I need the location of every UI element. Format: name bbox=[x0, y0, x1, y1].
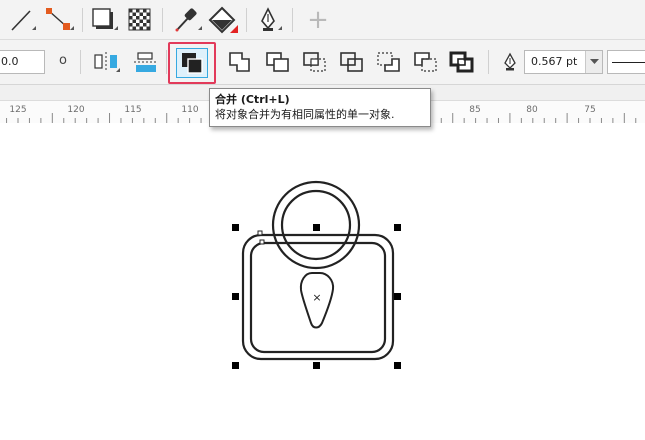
trim-icon bbox=[266, 52, 289, 72]
separator bbox=[166, 50, 167, 74]
separator bbox=[488, 50, 489, 74]
position-field[interactable]: 0.0 bbox=[0, 50, 45, 74]
ruler-label: 80 bbox=[526, 105, 538, 115]
tooltip: 合并 (Ctrl+L) 将对象合并为有相同属性的单一对象. bbox=[209, 88, 431, 127]
paint-bucket-icon bbox=[208, 6, 238, 34]
outline-width-value: 0.567 pt bbox=[531, 55, 578, 68]
simplify-button[interactable] bbox=[336, 48, 368, 76]
separator bbox=[80, 50, 81, 74]
drop-shadow-icon bbox=[92, 8, 118, 30]
back-minus-front-button[interactable] bbox=[410, 48, 442, 76]
line-style-select[interactable] bbox=[607, 50, 645, 74]
align-button[interactable] bbox=[130, 48, 162, 76]
boundary-button[interactable] bbox=[446, 48, 478, 76]
pen-tool-button[interactable] bbox=[254, 6, 282, 34]
line-icon bbox=[11, 10, 36, 31]
add-tool-button[interactable]: + bbox=[304, 5, 332, 35]
checkerboard-icon bbox=[128, 8, 151, 31]
drop-shadow-tool-button[interactable] bbox=[90, 6, 118, 34]
weld-icon bbox=[229, 52, 250, 72]
tooltip-title: 合并 (Ctrl+L) bbox=[215, 93, 290, 106]
outline-pen-icon bbox=[504, 52, 516, 71]
ruler-label: 125 bbox=[9, 105, 27, 115]
front-minus-back-icon bbox=[377, 52, 400, 72]
tooltip-description: 将对象合并为有相同属性的单一对象. bbox=[215, 108, 395, 121]
separator bbox=[82, 8, 83, 32]
separator bbox=[292, 8, 293, 32]
trim-button[interactable] bbox=[262, 48, 294, 76]
ruler-label: 110 bbox=[181, 105, 199, 115]
ruler-label: 115 bbox=[124, 105, 142, 115]
toolbox-top: + bbox=[0, 0, 645, 40]
pen-nib-icon bbox=[261, 7, 282, 31]
separator bbox=[246, 8, 247, 32]
align-icon bbox=[134, 52, 156, 72]
ruler-label: 75 bbox=[584, 105, 596, 115]
simplify-icon bbox=[340, 52, 363, 72]
weld-button[interactable] bbox=[224, 48, 256, 76]
node-line-icon bbox=[46, 8, 74, 30]
separator bbox=[162, 8, 163, 32]
line-style-preview bbox=[612, 62, 645, 63]
boundary-icon bbox=[449, 51, 474, 73]
node-tool-button[interactable] bbox=[44, 6, 74, 34]
line-tool-button[interactable] bbox=[8, 6, 36, 34]
node-marker[interactable] bbox=[259, 239, 265, 245]
mirror-icon bbox=[94, 52, 120, 72]
back-minus-front-icon bbox=[414, 52, 437, 72]
intersect-icon bbox=[303, 52, 326, 72]
eyedropper-icon bbox=[175, 8, 202, 32]
ruler-label: 85 bbox=[469, 105, 481, 115]
drawing-canvas[interactable]: × bbox=[0, 123, 645, 440]
transparency-tool-button[interactable] bbox=[126, 6, 154, 34]
dropdown-arrow-button[interactable] bbox=[585, 51, 602, 73]
combine-button[interactable] bbox=[168, 42, 216, 84]
outline-width-select[interactable]: 0.567 pt bbox=[524, 50, 603, 74]
intersect-button[interactable] bbox=[299, 48, 331, 76]
center-mark[interactable]: × bbox=[312, 291, 321, 304]
plus-icon: + bbox=[307, 5, 329, 35]
front-minus-back-button[interactable] bbox=[373, 48, 405, 76]
eyedropper-tool-button[interactable] bbox=[172, 6, 202, 34]
combine-icon bbox=[182, 53, 203, 74]
mirror-button[interactable] bbox=[90, 48, 122, 76]
fill-tool-button[interactable] bbox=[208, 6, 240, 34]
outline-pen-button[interactable] bbox=[500, 50, 520, 74]
chevron-down-icon bbox=[589, 59, 599, 64]
circle-option-label: o bbox=[59, 52, 67, 68]
lock-drawing[interactable]: × bbox=[0, 123, 645, 440]
ruler-label: 120 bbox=[67, 105, 85, 115]
node-marker[interactable] bbox=[257, 230, 263, 236]
combine-button-face bbox=[176, 48, 208, 78]
